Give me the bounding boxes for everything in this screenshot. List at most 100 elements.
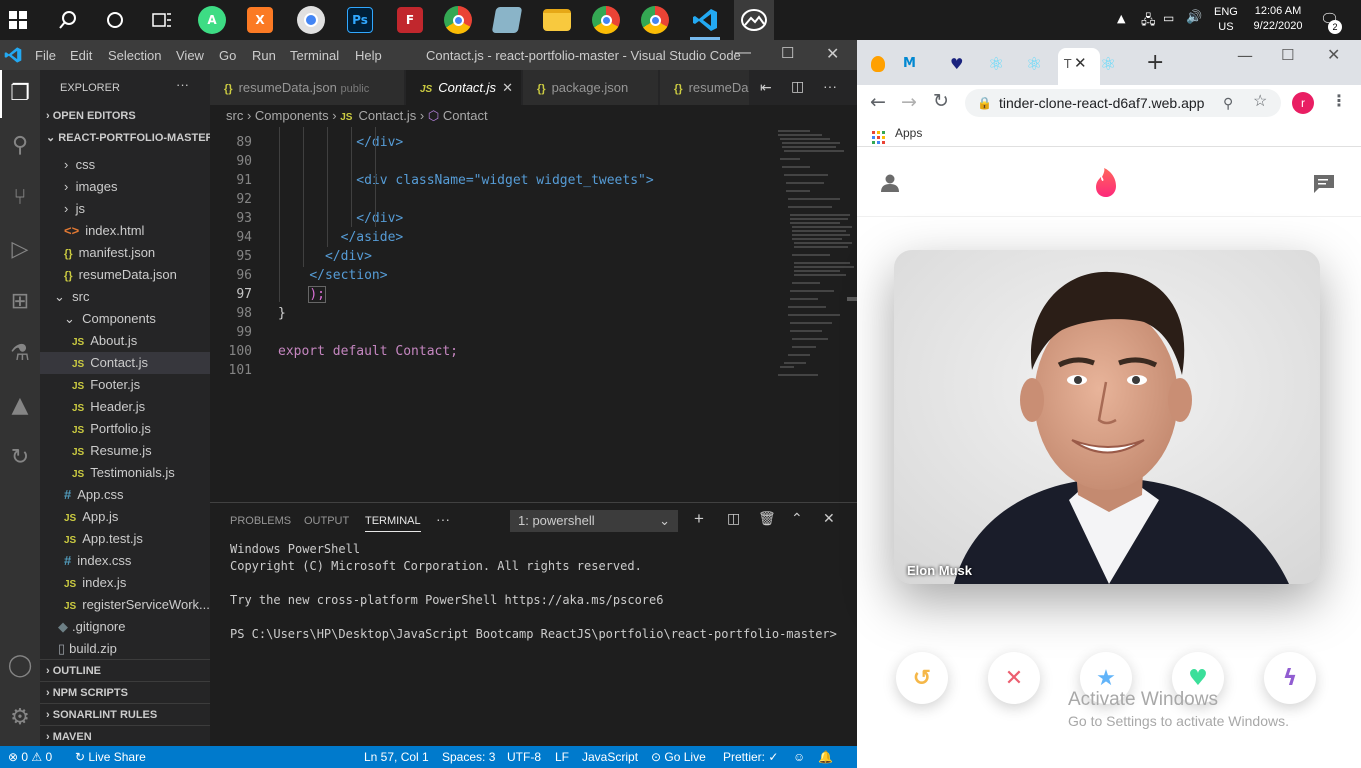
apps-label[interactable]: Apps bbox=[895, 120, 922, 146]
npm-scripts-section[interactable]: › NPM SCRIPTS bbox=[40, 681, 210, 703]
tree-file-about[interactable]: JS About.js bbox=[40, 330, 210, 352]
breadcrumb-symbol[interactable]: Contact bbox=[443, 108, 488, 123]
maximize-icon[interactable]: ☐ bbox=[781, 44, 794, 62]
volume-icon[interactable]: 🔊 bbox=[1186, 10, 1202, 25]
tree-folder-js[interactable]: › js bbox=[40, 198, 210, 220]
menu-terminal[interactable]: Terminal bbox=[290, 48, 339, 63]
chrome-profile-icon[interactable] bbox=[297, 6, 325, 34]
chrome-icon[interactable] bbox=[444, 6, 472, 34]
project-section[interactable]: ⌄ REACT-PORTFOLIO-MASTER bbox=[40, 127, 210, 149]
profile-card[interactable]: Elon Musk bbox=[894, 250, 1320, 584]
tab-package-json[interactable]: {} package.json bbox=[523, 70, 659, 105]
menu-file[interactable]: File bbox=[35, 48, 56, 63]
menu-run[interactable]: Run bbox=[252, 48, 276, 63]
minimap[interactable] bbox=[770, 127, 857, 502]
menu-help[interactable]: Help bbox=[355, 48, 382, 63]
tree-file-app-css[interactable]: # App.css bbox=[40, 484, 210, 506]
open-changes-icon[interactable]: ⇤ bbox=[760, 79, 772, 96]
notifications-bell-icon[interactable]: 🔔 bbox=[818, 746, 833, 768]
panel-tab-problems[interactable]: PROBLEMS bbox=[230, 515, 291, 527]
tree-file-resume[interactable]: JS Resume.js bbox=[40, 440, 210, 462]
terminal-select[interactable]: 1: powershell ⌄ bbox=[510, 510, 678, 532]
tree-file-portfolio[interactable]: JS Portfolio.js bbox=[40, 418, 210, 440]
prettier-status[interactable]: Prettier: ✓ bbox=[723, 746, 778, 768]
tree-file-footer[interactable]: JS Footer.js bbox=[40, 374, 210, 396]
chat-icon[interactable] bbox=[1313, 174, 1335, 198]
firebase-tab-icon[interactable] bbox=[871, 56, 885, 72]
heart-tab-icon[interactable]: ♥ bbox=[950, 55, 966, 73]
settings-gear-icon[interactable]: ⚙ bbox=[4, 702, 36, 734]
cursor-position[interactable]: Ln 57, Col 1 bbox=[364, 746, 429, 768]
close-window-icon[interactable]: ✕ bbox=[1327, 45, 1340, 64]
cortana-icon[interactable] bbox=[99, 4, 131, 36]
tree-file-build-zip[interactable]: ▯ build.zip bbox=[40, 638, 210, 660]
terminal-prompt[interactable]: PS C:\Users\HP\Desktop\JavaScript Bootca… bbox=[230, 627, 837, 641]
kill-terminal-icon[interactable]: 🗑 bbox=[758, 510, 776, 527]
extensions-icon[interactable]: ⊞ bbox=[4, 286, 36, 318]
language-indicator[interactable]: ENG US bbox=[1214, 5, 1238, 35]
tree-file-app-js[interactable]: JS App.js bbox=[40, 506, 210, 528]
close-tab-icon[interactable]: ✕ bbox=[502, 70, 513, 105]
close-tab-icon[interactable]: ✕ bbox=[1074, 54, 1087, 72]
language-mode[interactable]: JavaScript bbox=[582, 746, 638, 768]
tray-chevron-icon[interactable]: ▲ bbox=[1117, 12, 1125, 25]
zoom-icon[interactable]: ⚲ bbox=[1223, 89, 1233, 117]
split-terminal-icon[interactable]: ◫ bbox=[727, 510, 740, 527]
undo-button[interactable]: ↺ bbox=[896, 652, 948, 704]
more-actions-icon[interactable]: ··· bbox=[823, 78, 837, 94]
breadcrumb-file[interactable]: Contact.js bbox=[358, 108, 416, 123]
active-tab[interactable]: T ✕ bbox=[1058, 48, 1100, 85]
battery-icon[interactable]: ▭ bbox=[1163, 11, 1174, 25]
search-icon[interactable] bbox=[52, 4, 84, 36]
reload-icon[interactable]: ↻ bbox=[933, 90, 949, 112]
address-bar[interactable]: 🔒 tinder-clone-react-d6af7.web.app ⚲ ☆ bbox=[965, 89, 1281, 117]
task-view-icon[interactable] bbox=[146, 4, 178, 36]
feedback-icon[interactable]: ☺ bbox=[793, 746, 805, 768]
tinder-logo-icon[interactable] bbox=[1095, 168, 1119, 202]
react-tab-icon[interactable]: ⚛ bbox=[988, 54, 1004, 75]
search-icon[interactable]: ⚲ bbox=[4, 130, 36, 162]
photoshop-icon[interactable]: Ps bbox=[347, 7, 373, 33]
breadcrumb-src[interactable]: src bbox=[226, 108, 243, 123]
tree-file-manifest[interactable]: {} manifest.json bbox=[40, 242, 210, 264]
indentation[interactable]: Spaces: 3 bbox=[442, 746, 495, 768]
tree-file-gitignore[interactable]: ◆ .gitignore bbox=[40, 616, 210, 638]
dislike-button[interactable]: ✕ bbox=[988, 652, 1040, 704]
tree-file-index-css[interactable]: # index.css bbox=[40, 550, 210, 572]
tree-file-app-test[interactable]: JS App.test.js bbox=[40, 528, 210, 550]
split-editor-icon[interactable]: ◫ bbox=[791, 78, 804, 95]
clock[interactable]: 12:06 AM 9/22/2020 bbox=[1248, 4, 1308, 34]
explorer-icon[interactable]: ❐ bbox=[4, 78, 36, 110]
vscode-icon[interactable] bbox=[689, 4, 721, 36]
apps-grid-icon[interactable] bbox=[872, 127, 885, 153]
menu-edit[interactable]: Edit bbox=[70, 48, 92, 63]
bookmark-star-icon[interactable]: ☆ bbox=[1253, 88, 1267, 116]
tree-file-contact[interactable]: JS Contact.js bbox=[40, 352, 210, 374]
close-panel-icon[interactable]: ✕ bbox=[823, 510, 835, 527]
sonarlint-section[interactable]: › SONARLINT RULES bbox=[40, 703, 210, 725]
filezilla-icon[interactable]: F bbox=[397, 7, 423, 33]
source-control-icon[interactable]: ⑂ bbox=[4, 182, 36, 214]
tab-resumedata-2[interactable]: {} resumeDa bbox=[660, 70, 750, 105]
tree-file-testimonials[interactable]: JS Testimonials.js bbox=[40, 462, 210, 484]
minimize-icon[interactable]: — bbox=[735, 44, 751, 62]
end-of-line[interactable]: LF bbox=[555, 746, 569, 768]
minimize-icon[interactable]: — bbox=[1237, 46, 1253, 65]
xampp-icon[interactable]: X bbox=[247, 7, 273, 33]
panel-more-icon[interactable]: ··· bbox=[436, 511, 450, 527]
tree-file-service-worker[interactable]: JS registerServiceWork... bbox=[40, 594, 210, 616]
back-icon[interactable]: ← bbox=[870, 91, 886, 113]
file-explorer-icon[interactable] bbox=[543, 9, 571, 31]
menu-view[interactable]: View bbox=[176, 48, 204, 63]
account-icon[interactable]: ◯ bbox=[4, 650, 36, 682]
close-icon[interactable]: ✕ bbox=[826, 44, 839, 64]
react-tab-icon[interactable]: ⚛ bbox=[1100, 54, 1116, 75]
profile-avatar[interactable]: r bbox=[1292, 92, 1314, 114]
testing-icon[interactable]: ⚗ bbox=[4, 338, 36, 370]
tree-folder-css[interactable]: › css bbox=[40, 154, 210, 176]
tree-file-index-js[interactable]: JS index.js bbox=[40, 572, 210, 594]
person-icon[interactable] bbox=[880, 174, 900, 196]
menu-selection[interactable]: Selection bbox=[108, 48, 161, 63]
tree-file-header[interactable]: JS Header.js bbox=[40, 396, 210, 418]
forward-icon[interactable]: → bbox=[901, 91, 917, 113]
